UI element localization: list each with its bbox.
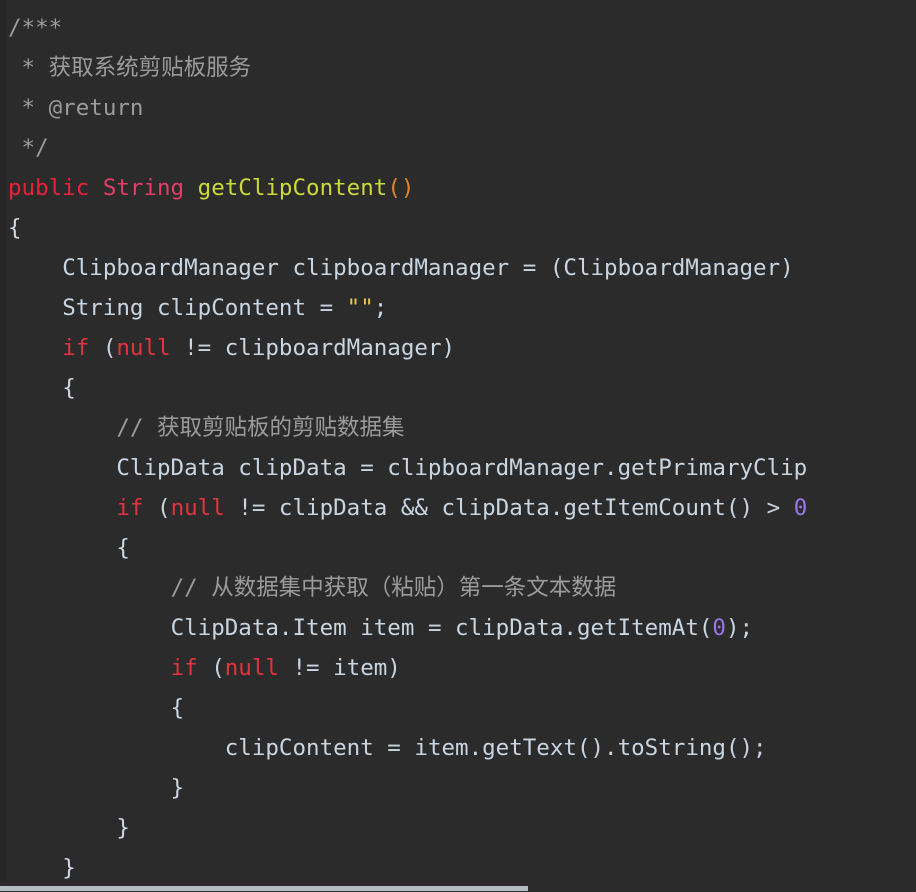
- code-token-comment: /***: [8, 15, 63, 41]
- code-token-plain: ClipData clipData = clipboardManager.get…: [116, 455, 808, 481]
- code-line[interactable]: * @return: [8, 88, 916, 128]
- code-block[interactable]: /*** * 获取系统剪贴板服务 * @return */ public Stri…: [8, 8, 916, 880]
- code-token-keyword: if: [62, 335, 90, 361]
- code-line[interactable]: }: [8, 768, 916, 808]
- code-line[interactable]: public String getClipContent(): [8, 168, 916, 208]
- code-token-string: "": [346, 295, 374, 321]
- code-token-brace: {: [62, 375, 76, 401]
- code-line[interactable]: ClipboardManager clipboardManager = (Cli…: [8, 248, 916, 288]
- code-token-comment: // 获取剪贴板的剪贴数据集: [116, 415, 405, 441]
- code-token-brace: }: [62, 855, 76, 880]
- code-token-brace: }: [170, 775, 185, 801]
- code-token-keyword: if: [116, 495, 144, 521]
- code-line[interactable]: ClipData.Item item = clipData.getItemAt(…: [8, 608, 916, 648]
- code-token-comment: // 从数据集中获取（粘贴）第一条文本数据: [170, 575, 617, 601]
- code-token-keyword: null: [116, 335, 171, 361]
- code-line[interactable]: if (null != clipData && clipData.getItem…: [8, 488, 916, 528]
- code-token-keyword: null: [170, 495, 225, 521]
- code-token-plain: ;: [373, 295, 388, 321]
- code-token-comment: * @return: [21, 95, 144, 121]
- code-token-plain: != item): [278, 655, 401, 681]
- code-token-method-name: getClipContent: [197, 175, 388, 201]
- code-token-plain: ClipData.Item item = clipData.getItemAt(: [170, 615, 713, 641]
- code-token-parens: (): [387, 175, 415, 201]
- code-line[interactable]: if (null != item): [8, 648, 916, 688]
- code-line[interactable]: {: [8, 528, 916, 568]
- horizontal-scrollbar-track[interactable]: [0, 882, 916, 892]
- code-line[interactable]: */: [8, 128, 916, 168]
- code-line[interactable]: ClipData clipData = clipboardManager.get…: [8, 448, 916, 488]
- code-token-plain: (: [89, 335, 117, 361]
- code-token-plain: clipContent = item.getText().toString();: [224, 735, 767, 761]
- code-token-signature-type: String: [102, 175, 185, 201]
- code-line[interactable]: {: [8, 368, 916, 408]
- code-token-keyword: null: [224, 655, 279, 681]
- code-line[interactable]: String clipContent = "";: [8, 288, 916, 328]
- code-token-plain: String clipContent =: [62, 295, 347, 321]
- code-line[interactable]: /***: [8, 8, 916, 48]
- code-token-number: 0: [712, 615, 726, 641]
- code-editor[interactable]: /*** * 获取系统剪贴板服务 * @return */ public Stri…: [0, 0, 916, 892]
- code-token-keyword: if: [170, 655, 198, 681]
- code-token-brace: {: [116, 535, 130, 561]
- code-line[interactable]: clipContent = item.getText().toString();: [8, 728, 916, 768]
- code-viewport[interactable]: /*** * 获取系统剪贴板服务 * @return */ public Stri…: [0, 0, 916, 880]
- code-token-plain: != clipData && clipData.getItemCount() >: [224, 495, 794, 521]
- code-token-plain: (: [197, 655, 225, 681]
- code-token-comment: * 获取系统剪贴板服务: [21, 55, 252, 81]
- code-line[interactable]: {: [8, 208, 916, 248]
- code-token-brace: {: [8, 215, 22, 241]
- code-token-plain: );: [725, 615, 754, 641]
- code-line[interactable]: // 获取剪贴板的剪贴数据集: [8, 408, 916, 448]
- code-token-brace: }: [116, 815, 130, 841]
- code-line[interactable]: * 获取系统剪贴板服务: [8, 48, 916, 88]
- code-token-number: 0: [793, 495, 808, 521]
- code-token-plain: ClipboardManager clipboardManager = (Cli…: [62, 255, 794, 281]
- code-line[interactable]: // 从数据集中获取（粘贴）第一条文本数据: [8, 568, 916, 608]
- code-line[interactable]: }: [8, 808, 916, 848]
- code-line[interactable]: if (null != clipboardManager): [8, 328, 916, 368]
- code-token-comment: */: [21, 135, 49, 161]
- code-line[interactable]: {: [8, 688, 916, 728]
- code-line[interactable]: }: [8, 848, 916, 880]
- horizontal-scrollbar-thumb[interactable]: [0, 886, 528, 891]
- code-token-modifier: public: [8, 175, 90, 201]
- code-token-plain: (: [143, 495, 171, 521]
- code-token-plain: != clipboardManager): [170, 335, 456, 361]
- code-token-brace: {: [170, 695, 185, 721]
